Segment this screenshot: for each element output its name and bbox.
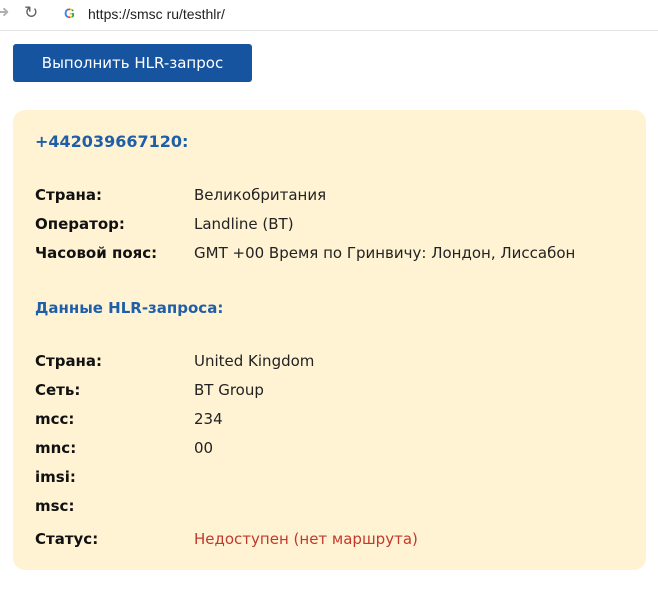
info-label: Оператор: [35, 215, 125, 233]
info-row-country: Страна: Великобритания [35, 186, 635, 206]
hlr-row-mcc: mcc: 234 [35, 410, 635, 430]
hlr-row-msc: msc: [35, 497, 635, 517]
hlr-label: msc: [35, 497, 75, 515]
hlr-row-imsi: imsi: [35, 468, 635, 488]
status-row: Статус: Недоступен (нет маршрута) [35, 530, 635, 550]
hlr-section-title: Данные HLR-запроса: [35, 299, 224, 317]
hlr-label: Сеть: [35, 381, 81, 399]
info-row-operator: Оператор: Landline (BT) [35, 215, 635, 235]
hlr-label: mnc: [35, 439, 77, 457]
hlr-value: BT Group [194, 381, 264, 399]
info-value: GMT +00 Время по Гринвичу: Лондон, Лисса… [194, 244, 576, 262]
hlr-row-network: Сеть: BT Group [35, 381, 635, 401]
hlr-row-country: Страна: United Kingdom [35, 352, 635, 372]
run-hlr-request-button[interactable]: Выполнить HLR-запрос [13, 44, 252, 82]
info-label: Страна: [35, 186, 103, 204]
result-card: +442039667120: Страна: Великобритания Оп… [13, 110, 646, 570]
hlr-label: Страна: [35, 352, 103, 370]
info-label: Часовой пояс: [35, 244, 158, 262]
hlr-label: mcc: [35, 410, 75, 428]
info-value: Landline (BT) [194, 215, 294, 233]
arrow-right-icon[interactable]: ➜ [0, 4, 9, 22]
status-value: Недоступен (нет маршрута) [194, 530, 418, 548]
browser-toolbar: ➜ ↻ G https://smsc ru/testhlr/ [0, 0, 658, 31]
phone-number: +442039667120: [35, 132, 189, 151]
info-value: Великобритания [194, 186, 327, 204]
hlr-label: imsi: [35, 468, 76, 486]
google-g-icon: G [64, 5, 75, 21]
hlr-value: 234 [194, 410, 223, 428]
info-row-timezone: Часовой пояс: GMT +00 Время по Гринвичу:… [35, 244, 635, 264]
hlr-value: 00 [194, 439, 214, 457]
hlr-value: United Kingdom [194, 352, 315, 370]
hlr-row-mnc: mnc: 00 [35, 439, 635, 459]
address-bar[interactable]: https://smsc ru/testhlr/ [88, 6, 225, 22]
reload-icon[interactable]: ↻ [24, 4, 38, 22]
status-label: Статус: [35, 530, 99, 548]
